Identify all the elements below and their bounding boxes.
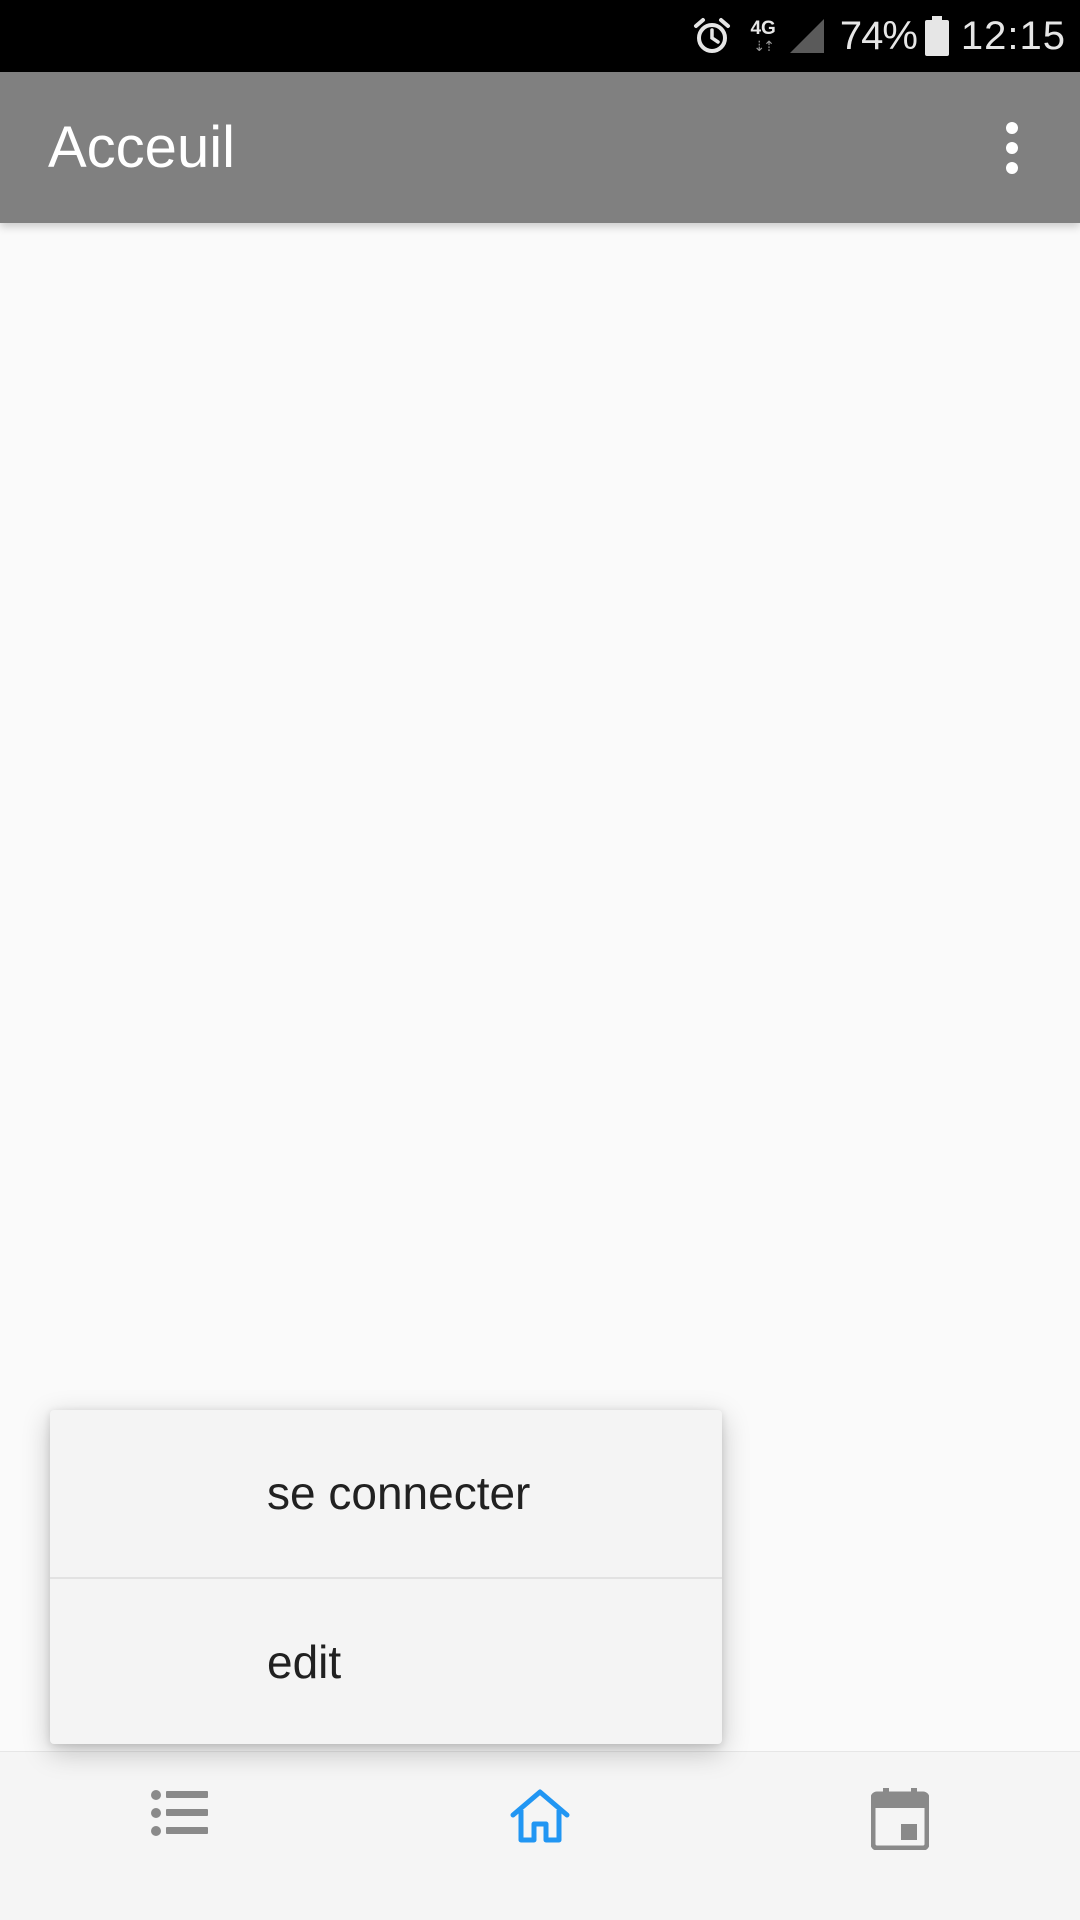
list-icon (150, 1788, 210, 1838)
status-bar-right: 4G ⇣⇡ 74% 12:15 (692, 0, 1066, 72)
alarm-icon (692, 16, 732, 56)
battery-icon (924, 16, 949, 56)
menu-item-label: edit (267, 1636, 342, 1688)
bottom-navigation (0, 1751, 1080, 1920)
status-time: 12:15 (960, 13, 1066, 58)
home-icon (509, 1788, 571, 1844)
nav-item-list[interactable] (0, 1752, 360, 1920)
menu-item-se-connecter[interactable]: se connecter (50, 1410, 722, 1577)
calendar-icon (871, 1788, 929, 1850)
battery-percent: 74% (839, 13, 918, 58)
menu-item-edit[interactable]: edit (50, 1577, 722, 1744)
nav-item-calendar[interactable] (720, 1752, 1080, 1920)
network-label: 4G (750, 18, 776, 39)
screen: 4G ⇣⇡ 74% 12:15 Acceuil se connecter edi… (0, 0, 1080, 1920)
status-bar: 4G ⇣⇡ 74% 12:15 (0, 0, 1080, 72)
menu-item-label: se connecter (267, 1467, 531, 1519)
more-vert-icon (1004, 122, 1020, 174)
page-title: Acceuil (48, 115, 235, 180)
network-activity-icon: ⇣⇡ (753, 38, 775, 54)
network-4g-icon: 4G ⇣⇡ (750, 18, 776, 54)
app-bar: Acceuil (0, 72, 1080, 223)
signal-icon (788, 17, 826, 55)
nav-item-home[interactable] (360, 1752, 720, 1920)
popup-menu: se connecter edit (50, 1410, 722, 1744)
overflow-menu-button[interactable] (976, 112, 1048, 184)
